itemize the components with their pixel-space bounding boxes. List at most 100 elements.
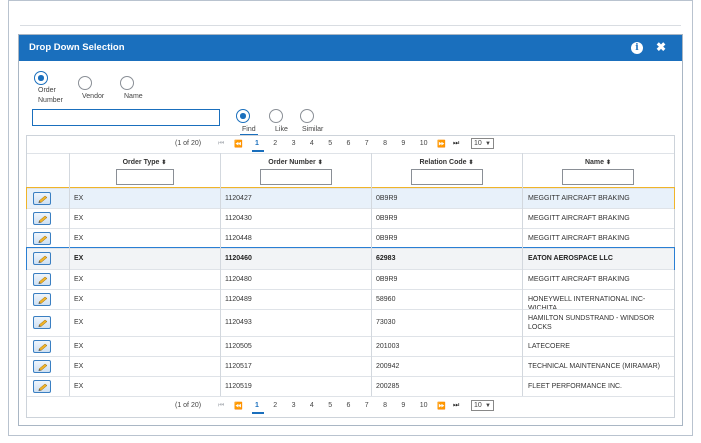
column-header-label: Relation Code bbox=[419, 159, 467, 166]
table-row[interactable]: EX 1120489 58960 HONEYWELL INTERNATIONAL IN… bbox=[27, 289, 674, 312]
grid-row-divider bbox=[27, 376, 674, 377]
table-row[interactable]: EX 1120460 62983 EATON AEROSPACE LLC bbox=[26, 247, 675, 270]
match-mode-radio[interactable] bbox=[236, 109, 250, 123]
cell-type: EX bbox=[74, 234, 84, 242]
dialog-title: Drop Down Selection bbox=[29, 42, 125, 53]
cell-code: 0B9R9 bbox=[376, 234, 398, 242]
page-link[interactable]: 10 bbox=[420, 402, 428, 409]
table-row[interactable]: EX 1120505 201003 LATECOERE bbox=[27, 336, 674, 356]
sort-icon[interactable]: ⬍ bbox=[469, 160, 474, 166]
cell-name: MEGGITT AIRCRAFT BRAKING bbox=[528, 234, 630, 242]
column-header[interactable]: Name ⬍ bbox=[548, 159, 648, 166]
page-link[interactable]: 7 bbox=[365, 402, 369, 409]
page-link[interactable]: 6 bbox=[347, 140, 351, 147]
page-size-select[interactable]: 10 ▼ bbox=[471, 400, 494, 411]
grid-column-divider bbox=[371, 153, 372, 396]
select-row-button[interactable] bbox=[33, 316, 51, 329]
search-input[interactable] bbox=[32, 109, 220, 126]
first-page-icon[interactable]: ⏮ bbox=[218, 140, 224, 148]
page-link[interactable]: 7 bbox=[365, 140, 369, 147]
pencil-icon bbox=[38, 276, 48, 284]
pencil-icon bbox=[38, 255, 48, 263]
grid-row-divider bbox=[27, 248, 674, 249]
next-page-icon[interactable]: ⏩ bbox=[437, 140, 446, 148]
column-filter-input[interactable] bbox=[259, 169, 332, 185]
select-row-button[interactable] bbox=[33, 211, 51, 225]
table-row[interactable]: EX 1120517 200942 TECHNICAL MAINTENANCE (MI… bbox=[27, 356, 674, 376]
close-icon[interactable]: ✖ bbox=[655, 40, 667, 54]
column-header[interactable]: Relation Code ⬍ bbox=[397, 159, 497, 166]
select-row-button[interactable] bbox=[33, 191, 51, 205]
pager-info: (1 of 20) bbox=[175, 402, 202, 409]
page-link[interactable]: 1 bbox=[255, 140, 259, 147]
page-link[interactable]: 5 bbox=[328, 140, 332, 147]
search-by-label: Number bbox=[38, 97, 63, 104]
page-link[interactable]: 8 bbox=[383, 140, 387, 147]
pencil-icon bbox=[38, 319, 48, 327]
column-filter-input[interactable] bbox=[562, 169, 634, 185]
cell-type: EX bbox=[74, 214, 84, 222]
match-mode-radio[interactable] bbox=[269, 109, 283, 123]
prev-page-icon[interactable]: ⏪ bbox=[234, 140, 243, 148]
cell-type: EX bbox=[74, 319, 84, 326]
page-size-select[interactable]: 10 ▼ bbox=[471, 138, 494, 149]
page-link[interactable]: 6 bbox=[347, 402, 351, 409]
page-link[interactable]: 9 bbox=[401, 402, 405, 409]
select-row-button[interactable] bbox=[33, 339, 51, 353]
next-page-icon[interactable]: ⏩ bbox=[437, 402, 446, 410]
page-link[interactable]: 3 bbox=[292, 140, 296, 147]
grid-row-divider bbox=[27, 269, 674, 270]
page-link[interactable]: 8 bbox=[383, 402, 387, 409]
grid-row-divider bbox=[27, 153, 674, 154]
page-link[interactable]: 4 bbox=[310, 402, 314, 409]
table-row[interactable]: EX 1120430 0B9R9 MEGGITT AIRCRAFT BRAKING bbox=[27, 208, 674, 228]
search-by-radio[interactable] bbox=[78, 76, 92, 90]
cell-type: EX bbox=[74, 295, 84, 303]
column-header[interactable]: Order Type ⬍ bbox=[95, 159, 195, 166]
first-page-icon[interactable]: ⏮ bbox=[218, 402, 224, 410]
table-row[interactable]: EX 1120448 0B9R9 MEGGITT AIRCRAFT BRAKING bbox=[27, 228, 674, 248]
page-link[interactable]: 4 bbox=[310, 140, 314, 147]
sort-icon[interactable]: ⬍ bbox=[161, 160, 166, 166]
search-by-radio[interactable] bbox=[120, 76, 134, 90]
grid-row-divider bbox=[27, 396, 674, 397]
page-link[interactable]: 5 bbox=[328, 402, 332, 409]
match-mode-label: Similar bbox=[302, 126, 324, 133]
select-row-button[interactable] bbox=[33, 272, 51, 286]
table-row[interactable]: EX 1120519 200285 FLEET PERFORMANCE INC. bbox=[27, 376, 674, 396]
cell-type: EX bbox=[74, 382, 84, 390]
select-row-button[interactable] bbox=[33, 292, 51, 306]
cell-number: 1120480 bbox=[225, 275, 252, 283]
prev-page-icon[interactable]: ⏪ bbox=[234, 402, 243, 410]
search-by-label: Name bbox=[124, 93, 143, 100]
page-link[interactable]: 2 bbox=[273, 140, 277, 147]
select-row-button[interactable] bbox=[33, 379, 51, 393]
info-icon[interactable]: i bbox=[631, 42, 643, 54]
column-header[interactable]: Order Number ⬍ bbox=[246, 159, 346, 166]
select-row-button[interactable] bbox=[33, 231, 51, 245]
last-page-icon[interactable]: ⏭ bbox=[453, 402, 459, 410]
cell-number: 1120448 bbox=[225, 234, 252, 242]
pencil-icon bbox=[38, 235, 48, 243]
sort-icon[interactable]: ⬍ bbox=[606, 160, 611, 166]
select-row-button[interactable] bbox=[33, 359, 51, 373]
select-row-button[interactable] bbox=[33, 252, 51, 265]
column-filter-input[interactable] bbox=[410, 169, 483, 185]
divider bbox=[20, 25, 681, 26]
page-size-value: 10 bbox=[474, 402, 482, 409]
table-row[interactable]: EX 1120480 0B9R9 MEGGITT AIRCRAFT BRAKING bbox=[27, 269, 674, 289]
page-link[interactable]: 9 bbox=[401, 140, 405, 147]
table-row[interactable]: EX 1120493 73030 HAMILTON SUNDSTRAND - WIND… bbox=[27, 309, 674, 336]
sort-icon[interactable]: ⬍ bbox=[318, 160, 323, 166]
last-page-icon[interactable]: ⏭ bbox=[453, 140, 459, 148]
search-by-radio[interactable] bbox=[34, 71, 48, 85]
grid-row-divider bbox=[27, 188, 674, 189]
page-link[interactable]: 10 bbox=[420, 140, 428, 147]
page-link[interactable]: 2 bbox=[273, 402, 277, 409]
page-link[interactable]: 1 bbox=[255, 402, 259, 409]
table-row[interactable]: EX 1120427 0B9R9 MEGGITT AIRCRAFT BRAKING bbox=[26, 187, 675, 209]
cell-code: 0B9R9 bbox=[376, 214, 398, 222]
match-mode-radio[interactable] bbox=[300, 109, 314, 123]
column-filter-input[interactable] bbox=[115, 169, 174, 185]
page-link[interactable]: 3 bbox=[292, 402, 296, 409]
